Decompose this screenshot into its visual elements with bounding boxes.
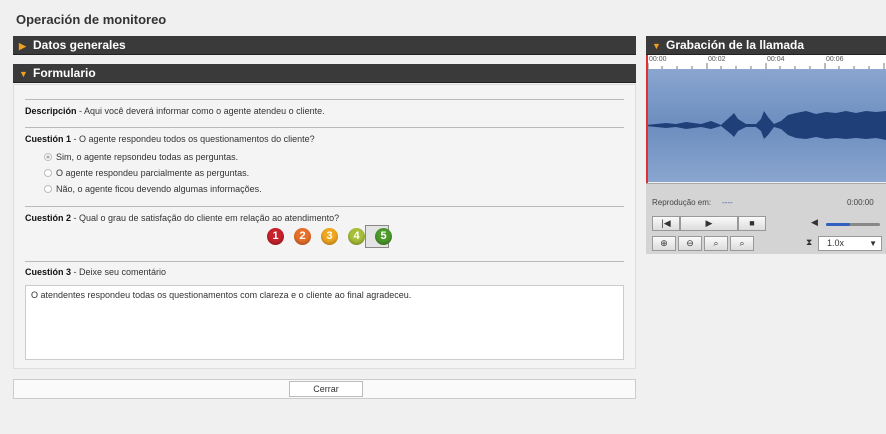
- speed-icon: ⧗: [806, 237, 813, 247]
- zoom-selection-icon: ⌕: [713, 238, 719, 248]
- description-text: Descripción - Aqui você deverá informar …: [25, 106, 325, 116]
- score-2-button[interactable]: 2: [294, 228, 311, 245]
- comment-textarea[interactable]: O atendentes respondeu todas os question…: [25, 285, 624, 360]
- timeline-ticks: [647, 63, 885, 69]
- zoom-out-button[interactable]: ⊖: [678, 236, 702, 251]
- description-value: - Aqui você deverá informar como o agent…: [76, 106, 325, 116]
- divider: [25, 99, 624, 100]
- q1-option-1[interactable]: Sim, o agente repsondeu todas as pergunt…: [44, 152, 238, 162]
- radio-button[interactable]: [44, 169, 52, 177]
- question-3: Cuestión 3 - Deixe seu comentário: [25, 267, 166, 277]
- divider: [25, 206, 624, 207]
- volume-level: [826, 223, 851, 226]
- collapse-arrow-icon: ▼: [652, 41, 661, 51]
- q1-option-1-label: Sim, o agente repsondeu todas as pergunt…: [56, 152, 239, 162]
- question-3-label: Cuestión 3: [25, 267, 72, 277]
- q1-option-2-label: O agente respondeu parcialmente as pergu…: [56, 168, 250, 178]
- volume-slider[interactable]: [826, 223, 880, 226]
- speed-select[interactable]: 1.0x ▼: [818, 236, 882, 251]
- player-controls: Reprodução em: ---- 0:00:00 |◀ ▶ ■ ◀ ⊕ ⊖…: [646, 183, 886, 254]
- stop-button[interactable]: ■: [738, 216, 766, 231]
- section-grabacion-label: Grabación de la llamada: [666, 38, 805, 52]
- question-3-text: - Deixe seu comentário: [71, 267, 167, 277]
- chevron-down-icon: ▼: [869, 239, 877, 248]
- speed-value: 1.0x: [827, 238, 845, 248]
- zoom-out-icon: ⊖: [686, 238, 694, 248]
- section-formulario[interactable]: ▼ Formulario: [13, 64, 636, 83]
- playback-value: ----: [722, 198, 733, 207]
- q1-option-3-label: Não, o agente ficou devendo algumas info…: [56, 184, 262, 194]
- time-display: 0:00:00: [847, 198, 874, 207]
- question-2-label: Cuestión 2: [25, 213, 72, 223]
- stop-icon: ■: [749, 218, 755, 228]
- zoom-in-icon: ⊕: [660, 238, 668, 248]
- playback-label: Reprodução em:: [652, 198, 712, 207]
- section-datos-generales-label: Datos generales: [33, 38, 126, 52]
- expand-arrow-icon: ▶: [19, 41, 26, 51]
- radio-button[interactable]: [44, 185, 52, 193]
- collapse-arrow-icon: ▼: [19, 69, 28, 79]
- score-4-button[interactable]: 4: [348, 228, 365, 245]
- divider: [25, 261, 624, 262]
- timeline-ruler[interactable]: 00:00 00:02 00:04 00:06: [646, 55, 886, 70]
- playhead[interactable]: [646, 55, 648, 183]
- page-title: Operación de monitoreo: [16, 12, 167, 27]
- close-button[interactable]: Cerrar: [289, 381, 363, 397]
- divider: [25, 127, 624, 128]
- section-grabacion[interactable]: ▼ Grabación de la llamada: [646, 36, 886, 55]
- play-button[interactable]: ▶: [680, 216, 738, 231]
- question-2-text: - Qual o grau de satisfação do cliente e…: [71, 213, 340, 223]
- waveform-display[interactable]: [646, 69, 886, 182]
- rewind-icon: |◀: [661, 218, 671, 228]
- score-1-button[interactable]: 1: [267, 228, 284, 245]
- waveform-graphic: [646, 111, 886, 140]
- question-2: Cuestión 2 - Qual o grau de satisfação d…: [25, 213, 339, 223]
- q1-option-2[interactable]: O agente respondeu parcialmente as pergu…: [44, 168, 249, 178]
- zoom-selection-button[interactable]: ⌕: [704, 236, 728, 251]
- radio-button-selected[interactable]: [44, 153, 52, 161]
- zoom-reset-button[interactable]: ⌕: [730, 236, 754, 251]
- question-1-label: Cuestión 1: [25, 134, 72, 144]
- volume-icon: ◀: [811, 217, 818, 227]
- zoom-in-button[interactable]: ⊕: [652, 236, 676, 251]
- zoom-reset-icon: ⌕: [739, 238, 745, 248]
- play-icon: ▶: [705, 218, 713, 228]
- description-label: Descripción: [25, 106, 77, 116]
- q1-option-3[interactable]: Não, o agente ficou devendo algumas info…: [44, 184, 262, 194]
- question-1: Cuestión 1 - O agente respondeu todos os…: [25, 134, 315, 144]
- score-3-button[interactable]: 3: [321, 228, 338, 245]
- section-formulario-label: Formulario: [33, 66, 96, 80]
- rewind-button[interactable]: |◀: [652, 216, 680, 231]
- score-5-button[interactable]: 5: [375, 228, 392, 245]
- question-1-text: - O agente respondeu todos os questionam…: [71, 134, 315, 144]
- section-datos-generales[interactable]: ▶ Datos generales: [13, 36, 636, 55]
